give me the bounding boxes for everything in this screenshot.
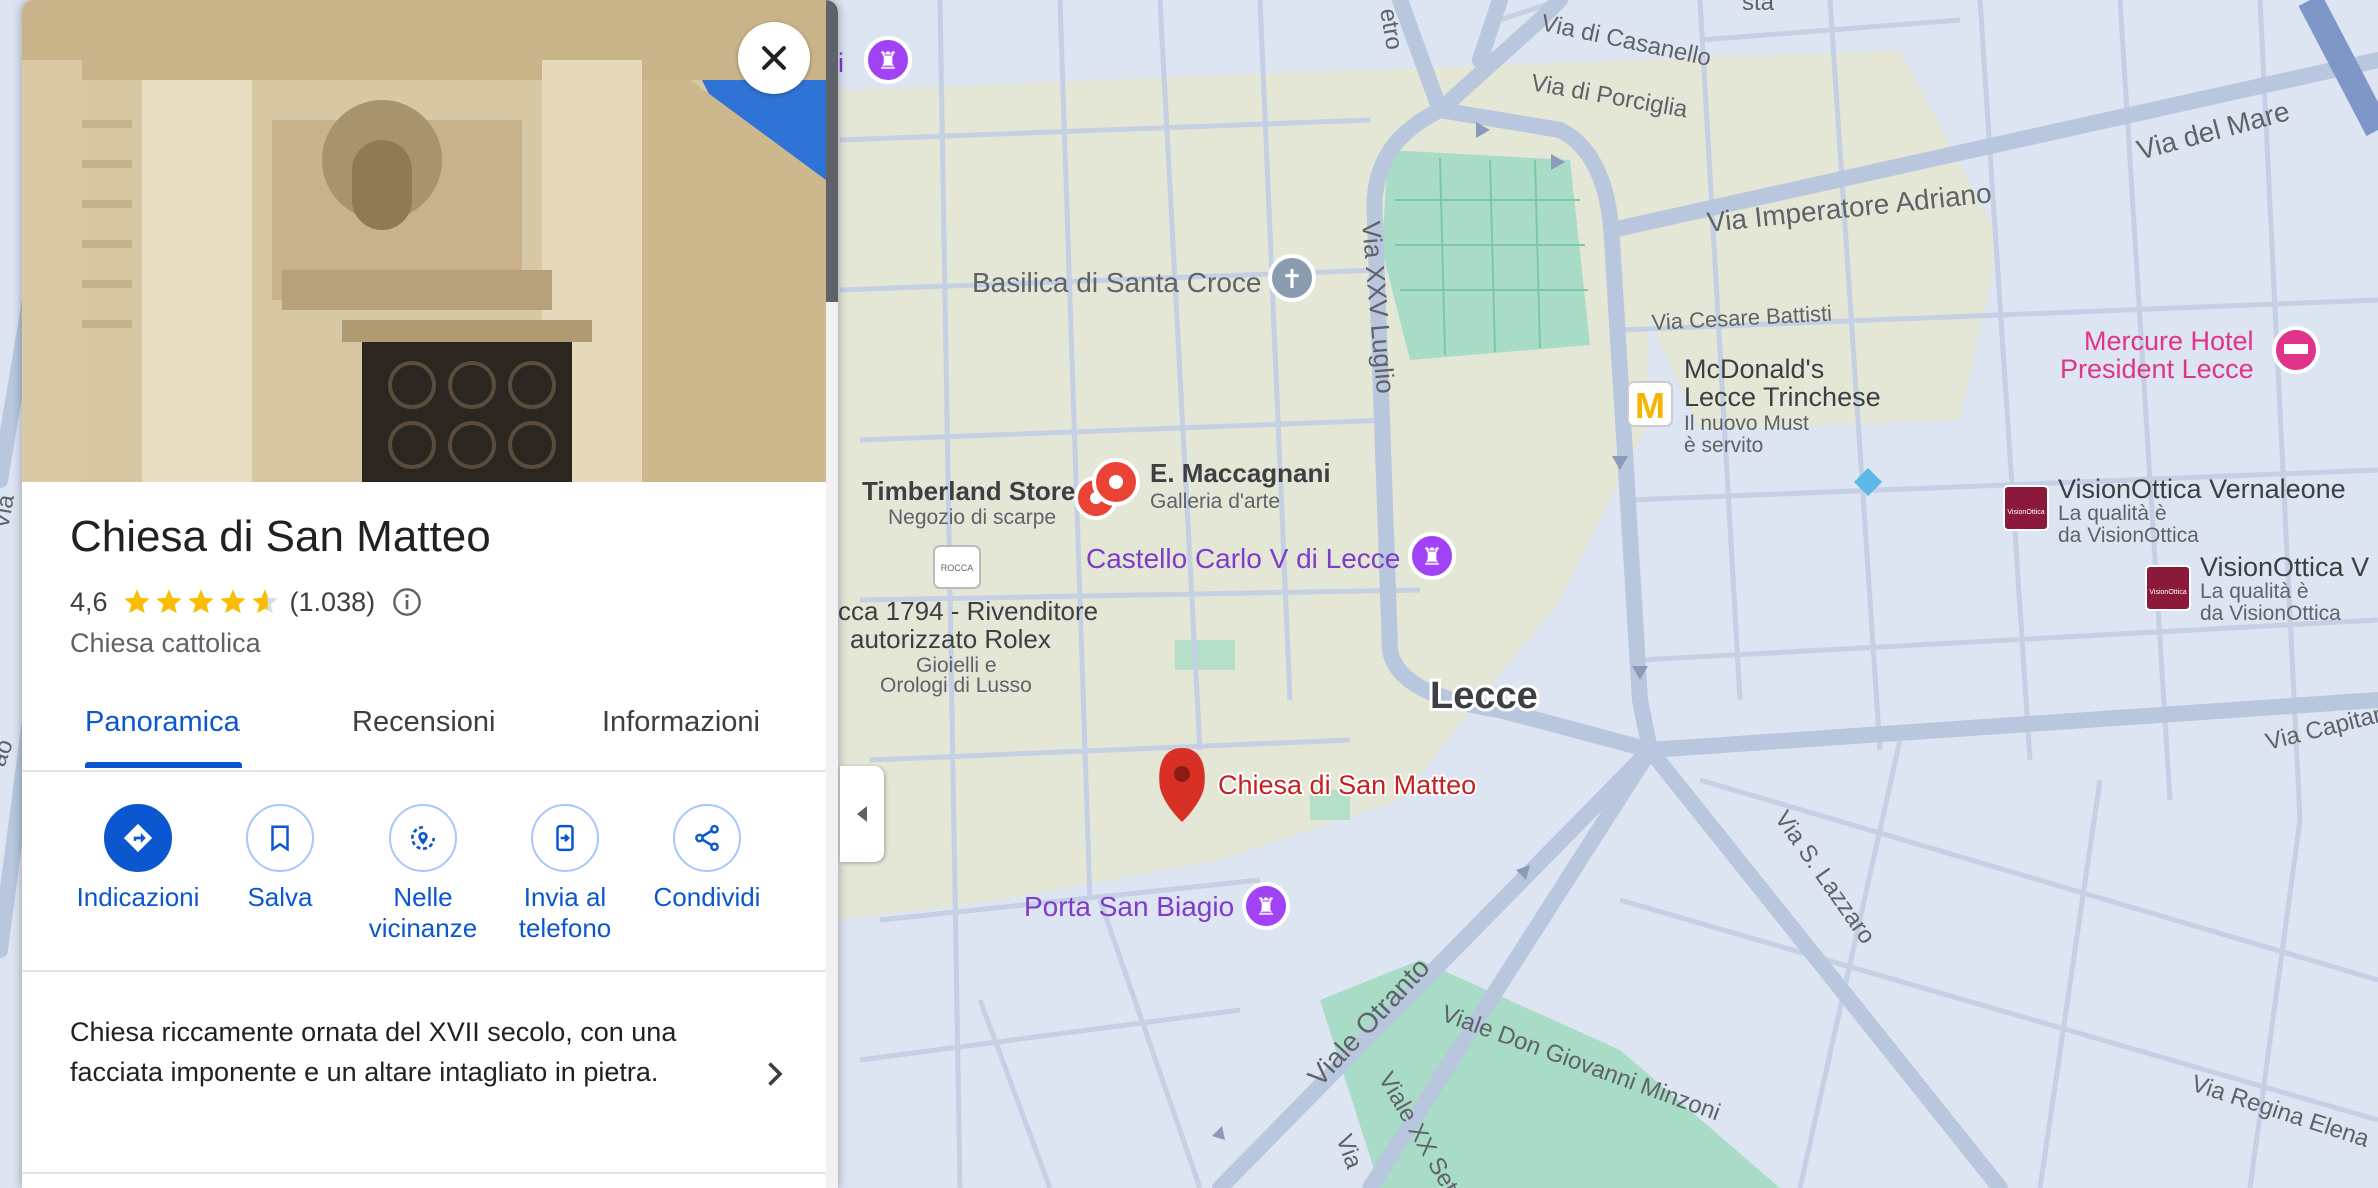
- divider: [22, 970, 826, 972]
- tab-bar: Panoramica Recensioni Informazioni: [22, 690, 826, 772]
- landmark-icon: ♜: [877, 48, 899, 75]
- share-label: Condividi: [653, 882, 761, 912]
- rating-value: 4,6: [70, 586, 108, 617]
- directions-icon: [123, 823, 153, 853]
- place-category[interactable]: Chiesa cattolica: [70, 628, 261, 659]
- star-icon: [220, 589, 246, 614]
- poi-mcdonalds-line2: Lecce Trinchese: [1684, 382, 1881, 412]
- star-icon: [124, 589, 150, 614]
- visionottica-logo-icon: [2003, 485, 2049, 531]
- review-count[interactable]: (1.038): [290, 587, 376, 618]
- poi-maccagnani-sub: Galleria d'arte: [1150, 490, 1280, 513]
- close-button[interactable]: [738, 22, 810, 94]
- star-icon: [188, 589, 214, 614]
- directions-label: Indicazioni: [76, 882, 200, 912]
- place-title: Chiesa di San Matteo: [70, 512, 491, 561]
- landmark-icon: ♜: [1255, 894, 1277, 921]
- poi-rocca-label-line2: autorizzato Rolex: [850, 624, 1051, 654]
- place-panel: Chiesa di San Matteo 4,6 (1.038) Chiesa …: [22, 0, 838, 1188]
- tab-informazioni[interactable]: Informazioni: [602, 706, 760, 739]
- scrollbar-thumb[interactable]: [826, 0, 838, 302]
- nearby-label: Nelle vicinanze: [368, 882, 478, 943]
- nearby-icon: [411, 826, 435, 850]
- share-button[interactable]: Condividi: [627, 804, 787, 913]
- poi-rocca-label-line1: cca 1794 - Rivenditore: [838, 596, 1098, 626]
- poi-visionottica1-sub2: da VisionOttica: [2058, 524, 2199, 547]
- divider: [22, 1172, 826, 1174]
- svg-text:VisionOttica: VisionOttica: [2007, 509, 2044, 516]
- directions-button[interactable]: Indicazioni: [58, 804, 218, 913]
- poi-visionottica2-sub2: da VisionOttica: [2200, 602, 2341, 625]
- chevron-left-icon: [857, 806, 867, 822]
- poi-mcdonalds-line1: McDonald's: [1684, 354, 1824, 384]
- poi-mercure-line2: President Lecce: [2060, 354, 2254, 384]
- poi-rocca-sub2: Orologi di Lusso: [880, 674, 1032, 697]
- poi-porta-label: Porta San Biagio: [1024, 891, 1234, 922]
- poi-visionottica1-label: VisionOttica Vernaleone: [2058, 474, 2346, 504]
- poi-mcdonalds-sub1: Il nuovo Must: [1684, 412, 1809, 435]
- share-icon: [695, 824, 719, 852]
- svg-text:VisionOttica: VisionOttica: [2149, 589, 2186, 596]
- send-to-phone-icon: [556, 824, 574, 852]
- visionottica-logo-icon: [2145, 565, 2191, 611]
- selected-place-label: Chiesa di San Matteo: [1218, 770, 1476, 800]
- city-label: Lecce: [1430, 675, 1538, 717]
- poi-visionottica2-sub1: La qualità è: [2200, 580, 2309, 603]
- street-label-sta: sta: [1742, 0, 1775, 16]
- star-icon: [252, 589, 278, 614]
- poi-castello-label: Castello Carlo V di Lecce: [1086, 543, 1400, 574]
- landmark-icon: ♜: [1421, 544, 1443, 571]
- place-description[interactable]: Chiesa riccamente ornata del XVII secolo…: [70, 1012, 710, 1092]
- poi-visionottica2-label: VisionOttica V: [2200, 552, 2369, 582]
- poi-timberland-sub: Negozio di scarpe: [888, 506, 1056, 529]
- svg-text:M: M: [1635, 385, 1665, 426]
- save-button[interactable]: Salva: [200, 804, 360, 913]
- poi-visionottica1-sub1: La qualità è: [2058, 502, 2167, 525]
- place-photo[interactable]: [22, 0, 826, 482]
- nearby-button[interactable]: Nelle vicinanze: [343, 804, 503, 944]
- tab-recensioni[interactable]: Recensioni: [352, 706, 495, 739]
- send-to-phone-button[interactable]: Invia al telefono: [485, 804, 645, 944]
- church-icon: ✝: [1281, 264, 1303, 294]
- poi-maccagnani-label: E. Maccagnani: [1150, 458, 1331, 488]
- poi-mcdonalds-sub2: è servito: [1684, 434, 1763, 457]
- poi-timberland-label: Timberland Store: [862, 476, 1075, 506]
- active-tab-indicator: [85, 762, 242, 768]
- info-icon[interactable]: [391, 586, 423, 618]
- rating-row: 4,6 (1.038): [70, 586, 423, 618]
- rating-stars[interactable]: [122, 587, 282, 617]
- chevron-right-icon[interactable]: [756, 1056, 792, 1092]
- send-to-phone-label: Invia al telefono: [518, 882, 612, 943]
- save-label: Salva: [247, 882, 313, 912]
- poi-porta-san-biagio[interactable]: Porta San Biagio ♜: [1024, 882, 1290, 930]
- collapse-panel-button[interactable]: [840, 766, 884, 862]
- rocca-logo-text: ROCCA: [941, 563, 974, 573]
- star-icon: [156, 589, 182, 614]
- close-icon: [762, 46, 786, 70]
- bookmark-icon: [271, 825, 289, 852]
- poi-mercure-line1: Mercure Hotel: [2084, 326, 2254, 356]
- poi-basilica-label: Basilica di Santa Croce: [972, 267, 1261, 298]
- tab-panoramica[interactable]: Panoramica: [85, 706, 240, 739]
